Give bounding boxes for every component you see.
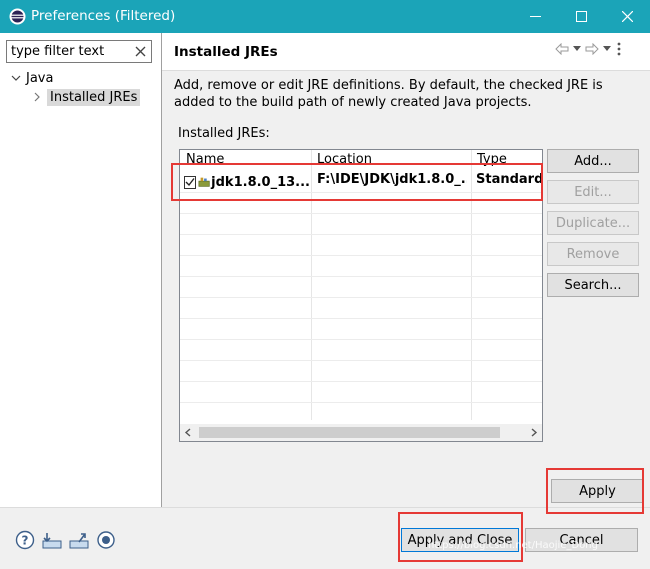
- forward-dropdown-icon[interactable]: [602, 41, 612, 57]
- checkmark-icon: [185, 178, 195, 187]
- page-title: Installed JREs: [174, 44, 278, 60]
- filter-box: [6, 40, 152, 63]
- back-arrow-icon[interactable]: [554, 41, 570, 57]
- jre-checkbox[interactable]: [184, 175, 196, 189]
- column-divider: [471, 150, 472, 420]
- tree-item-java[interactable]: Java: [10, 68, 53, 88]
- cell-name: jdk1.8.0_13...: [184, 172, 310, 192]
- duplicate-button[interactable]: Duplicate...: [547, 211, 639, 235]
- tree-item-installed-jres[interactable]: Installed JREs: [31, 87, 141, 107]
- row-divider: [180, 192, 542, 193]
- view-menu-icon[interactable]: [614, 41, 624, 57]
- row-divider: [180, 339, 542, 340]
- row-divider: [180, 297, 542, 298]
- scroll-right-icon[interactable]: [527, 426, 540, 439]
- minimize-icon: [529, 16, 541, 17]
- edit-button[interactable]: Edit...: [547, 180, 639, 204]
- back-dropdown-icon[interactable]: [572, 41, 582, 57]
- tree-item-label: Java: [26, 70, 54, 86]
- column-header-name[interactable]: Name: [180, 150, 311, 168]
- jre-name: jdk1.8.0_13...: [211, 174, 310, 190]
- bottom-tool-icons: ?: [14, 529, 117, 551]
- remove-button[interactable]: Remove: [547, 242, 639, 266]
- export-icon[interactable]: [68, 529, 90, 551]
- maximize-icon: [575, 11, 587, 22]
- column-header-location[interactable]: Location: [311, 150, 471, 168]
- tree-item-label: Installed JREs: [47, 88, 141, 106]
- scroll-left-icon[interactable]: [182, 426, 195, 439]
- horizontal-scrollbar[interactable]: [180, 424, 542, 441]
- column-header-type[interactable]: Type: [471, 150, 542, 168]
- close-icon: [621, 11, 633, 22]
- scrollbar-thumb[interactable]: [199, 427, 500, 438]
- page-body: Add, remove or edit JRE definitions. By …: [162, 70, 650, 507]
- column-divider: [311, 150, 312, 420]
- jre-library-icon: [198, 177, 210, 187]
- row-divider: [180, 318, 542, 319]
- search-button[interactable]: Search...: [547, 273, 639, 297]
- jre-type: Standard: [476, 172, 543, 187]
- forward-arrow-icon[interactable]: [584, 41, 600, 57]
- row-divider: [180, 402, 542, 403]
- eclipse-icon: [9, 8, 26, 25]
- row-divider: [180, 255, 542, 256]
- close-button[interactable]: [604, 0, 650, 33]
- maximize-button[interactable]: [558, 0, 604, 33]
- apply-button[interactable]: Apply: [551, 479, 644, 503]
- watermark: https://blog.csdn.net/Haojie_Dong: [428, 540, 598, 551]
- import-icon[interactable]: [41, 529, 63, 551]
- row-divider: [180, 213, 542, 214]
- row-divider: [180, 276, 542, 277]
- history-controls: [554, 41, 624, 57]
- clear-icon[interactable]: [134, 45, 147, 58]
- title-bar: Preferences (Filtered): [0, 0, 650, 33]
- minimize-button[interactable]: [512, 0, 558, 33]
- chevron-down-icon[interactable]: [10, 72, 22, 84]
- window-title: Preferences (Filtered): [31, 8, 176, 24]
- record-icon[interactable]: [95, 529, 117, 551]
- jres-list-label: Installed JREs:: [178, 126, 270, 141]
- chevron-right-icon[interactable]: [31, 91, 43, 103]
- jre-location: F:\IDE\JDK\jdk1.8.0_...: [317, 172, 467, 187]
- help-icon[interactable]: ?: [14, 529, 36, 551]
- page-header: Installed JREs: [162, 33, 650, 70]
- add-button[interactable]: Add...: [547, 149, 639, 173]
- page-description: Add, remove or edit JRE definitions. By …: [174, 78, 603, 110]
- row-divider: [180, 234, 542, 235]
- jre-table: Name Location Type jdk1.8.0_13... F:\IDE…: [179, 149, 543, 442]
- filter-input[interactable]: [7, 41, 133, 62]
- row-divider: [180, 360, 542, 361]
- dialog-button-bar: ? Apply and Close Cancel: [0, 507, 650, 569]
- row-divider: [180, 381, 542, 382]
- svg-text:?: ?: [22, 534, 29, 548]
